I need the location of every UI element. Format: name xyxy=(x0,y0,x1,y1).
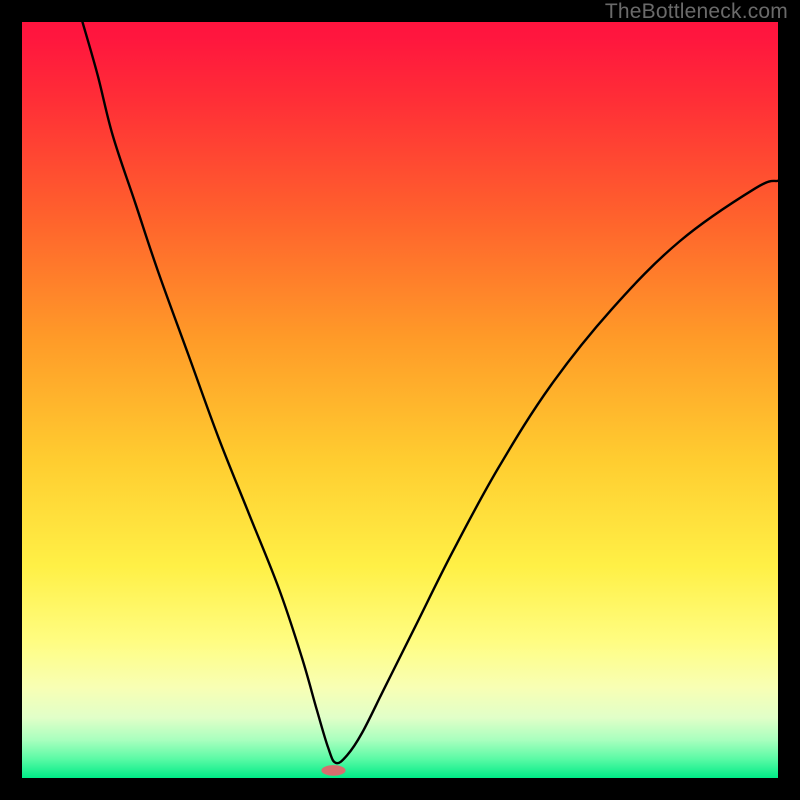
watermark-text: TheBottleneck.com xyxy=(605,0,788,24)
bottleneck-curve xyxy=(82,22,778,763)
chart-svg xyxy=(22,22,778,778)
minimum-marker xyxy=(321,765,345,776)
chart-plot-area xyxy=(22,22,778,778)
